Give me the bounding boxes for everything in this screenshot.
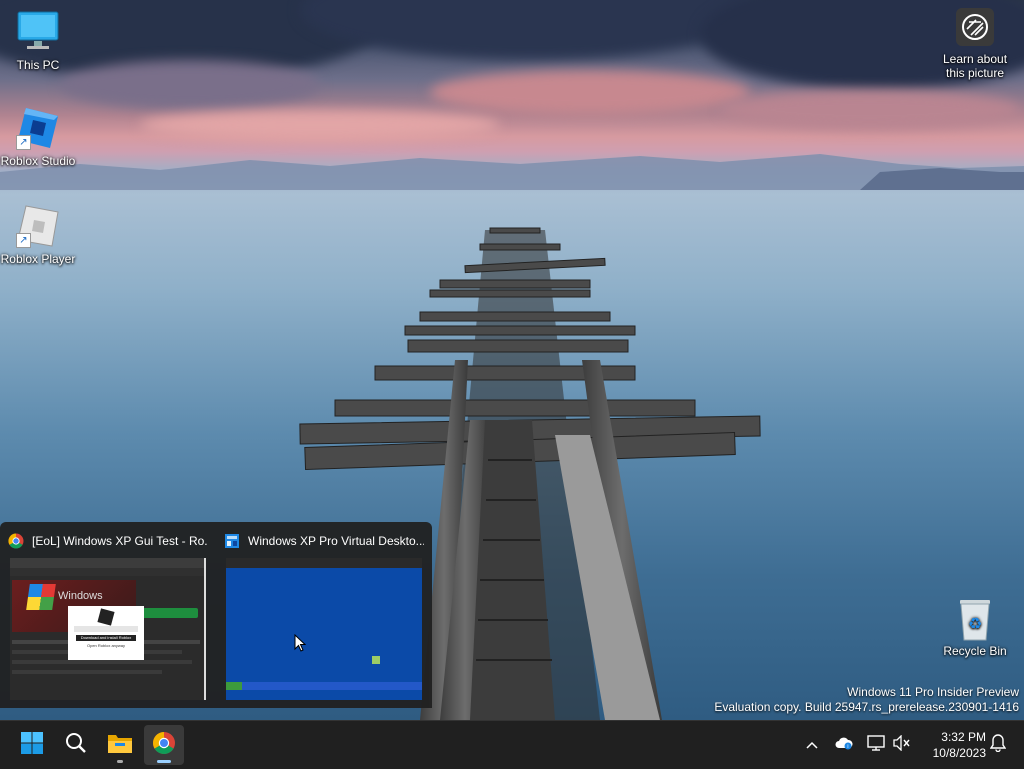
running-indicator [117, 760, 123, 763]
file-explorer-button[interactable] [100, 725, 140, 765]
learn-about-label: Learn about this picture [942, 52, 1008, 80]
thumbnail-preview-chrome: Windows Download and install Roblox Open… [10, 558, 206, 700]
chrome-icon [152, 731, 176, 760]
start-button[interactable] [12, 725, 52, 765]
preview-roblox-dialog: Download and install Roblox Open Roblox … [68, 606, 144, 660]
onedrive-icon: i [835, 736, 853, 755]
taskbar: i 3:32 PM 10/8/2023 [0, 720, 1024, 769]
shortcut-arrow-icon: ↗ [16, 135, 31, 150]
search-button[interactable] [56, 725, 96, 765]
onedrive-tray-button[interactable]: i [832, 721, 856, 769]
build-watermark: Windows 11 Pro Insider Preview Evaluatio… [714, 685, 1019, 715]
running-indicator [157, 760, 171, 763]
desktop-icon-label: This PC [16, 58, 60, 72]
thumbnail-chrome-window[interactable]: [EoL] Windows XP Gui Test - Ro... Window… [0, 522, 210, 706]
desktop-icon-label: Recycle Bin [943, 644, 1007, 658]
svg-text:i: i [847, 744, 848, 750]
bell-icon [989, 733, 1007, 757]
chrome-taskbar-button[interactable] [144, 725, 184, 765]
svg-text:♻: ♻ [968, 614, 982, 633]
mouse-cursor-icon [294, 633, 307, 657]
desktop-icon-roblox-player[interactable]: ↗ Roblox Player [0, 204, 78, 266]
show-hidden-icons-button[interactable] [800, 721, 824, 769]
desktop-icon-roblox-studio[interactable]: ↗ Roblox Studio [0, 106, 78, 168]
start-icon [20, 731, 44, 760]
preview-download-button: Download and install Roblox [76, 635, 136, 641]
roblox-studio-icon: ↗ [16, 106, 60, 150]
desktop-icon-label: Roblox Studio [0, 154, 76, 168]
chrome-icon [8, 533, 24, 549]
thumbnail-title: [EoL] Windows XP Gui Test - Ro... [32, 534, 208, 548]
chevron-up-icon [806, 736, 818, 754]
notifications-button[interactable] [986, 721, 1010, 769]
learn-about-this-picture[interactable]: Learn about this picture [936, 8, 1014, 80]
shortcut-arrow-icon: ↗ [16, 233, 31, 248]
desktop-icon-this-pc[interactable]: This PC [0, 10, 78, 72]
thumbnail-title: Windows XP Pro Virtual Deskto... [248, 534, 424, 548]
network-tray-button[interactable] [864, 721, 888, 769]
desktop-icon-recycle-bin[interactable]: ♻ Recycle Bin [935, 596, 1015, 658]
thumbnail-roblox-studio-window[interactable]: Windows XP Pro Virtual Deskto... [216, 522, 426, 706]
network-icon [867, 734, 885, 756]
roblox-studio-small-icon [224, 533, 240, 549]
volume-tray-button[interactable] [890, 721, 914, 769]
watermark-line-2: Evaluation copy. Build 25947.rs_prerelea… [714, 700, 1019, 714]
taskbar-clock[interactable]: 3:32 PM 10/8/2023 [920, 729, 986, 761]
volume-muted-icon [893, 733, 911, 756]
camera-info-icon [956, 8, 994, 46]
this-pc-icon [16, 10, 60, 54]
clock-date: 10/8/2023 [932, 746, 986, 760]
thumbnail-preview-xp-desktop [226, 558, 422, 700]
clock-time: 3:32 PM [941, 730, 986, 744]
file-explorer-icon [107, 732, 133, 759]
recycle-bin-icon: ♻ [953, 596, 997, 641]
desktop-icon-label: Roblox Player [0, 252, 76, 266]
watermark-line-1: Windows 11 Pro Insider Preview [847, 685, 1019, 699]
preview-windows-text: Windows [58, 590, 103, 602]
roblox-player-icon: ↗ [16, 204, 60, 248]
search-icon [65, 732, 87, 759]
taskbar-thumbnail-popup: [EoL] Windows XP Gui Test - Ro... Window… [0, 522, 432, 708]
preview-open-link: Open Roblox anyway [86, 643, 126, 648]
